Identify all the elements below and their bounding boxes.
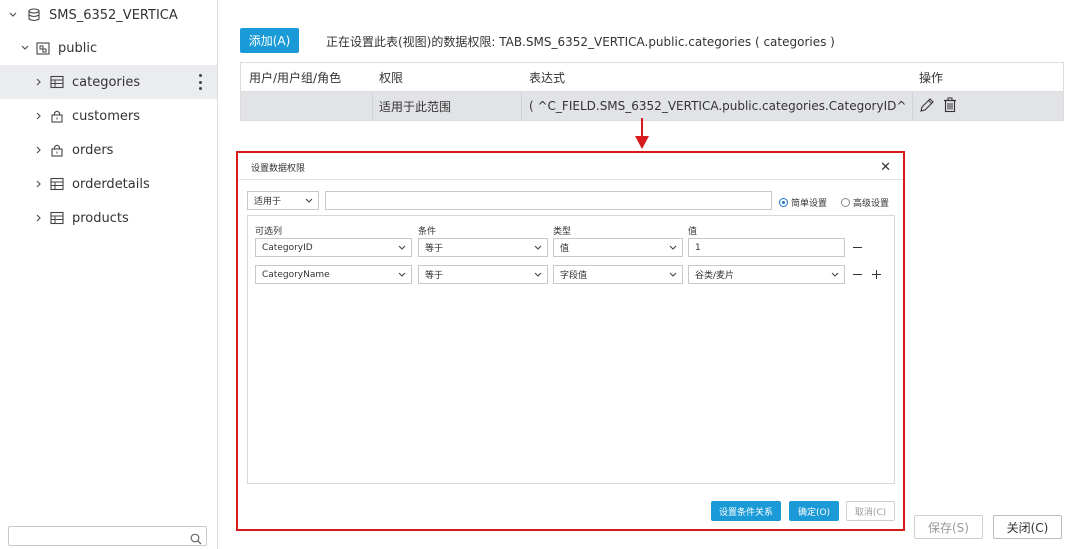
column-header-type: 类型: [553, 227, 572, 237]
table-row[interactable]: 适用于此范围 ( ^C_FIELD.SMS_6352_VERTICA.publi…: [241, 92, 1063, 120]
tree-schema-label: public: [58, 40, 98, 56]
condition-type-select[interactable]: 值: [553, 238, 683, 257]
scope-select-value: 适用于: [254, 197, 282, 207]
sidebar-item-products[interactable]: products: [0, 201, 217, 235]
radio-simple[interactable]: 简单设置: [779, 196, 827, 209]
save-button[interactable]: 保存(S): [914, 515, 983, 539]
select-value: 等于: [425, 244, 444, 254]
remove-condition-icon[interactable]: [853, 247, 862, 248]
annotation-arrow-icon: [635, 118, 649, 149]
edit-icon[interactable]: [919, 97, 935, 116]
sidebar-item-orderdetails[interactable]: orderdetails: [0, 167, 217, 201]
tree-search-box: [8, 526, 207, 549]
permission-table: 用户/用户组/角色 权限 表达式 操作 适用于此范围 ( ^C_FIELD.SM…: [240, 62, 1064, 121]
condition-relation-button[interactable]: 设置条件关系: [711, 501, 781, 521]
trash-icon[interactable]: [943, 97, 957, 116]
table-icon: [50, 211, 64, 225]
condition-operator-select[interactable]: 等于: [418, 238, 548, 257]
radio-advanced[interactable]: 高级设置: [841, 196, 889, 209]
chevron-right-icon[interactable]: [34, 213, 44, 223]
chevron-down-icon: [397, 243, 407, 256]
expression-input[interactable]: [325, 191, 772, 210]
chevron-down-icon: [533, 270, 543, 283]
sidebar-tree: SMS_6352_VERTICA public categories custo…: [0, 0, 218, 549]
chevron-down-icon: [397, 270, 407, 283]
ok-button[interactable]: 确定(O): [789, 501, 839, 521]
search-input[interactable]: [13, 529, 183, 547]
condition-operator-select[interactable]: 等于: [418, 265, 548, 284]
select-value: 字段值: [560, 271, 588, 281]
chevron-down-icon[interactable]: [8, 10, 18, 20]
radio-unchecked-icon: [841, 198, 850, 207]
sidebar-item-label: orderdetails: [72, 176, 150, 192]
chevron-down-icon: [830, 270, 840, 283]
more-options-icon[interactable]: [197, 74, 203, 90]
header-actions: 操作: [919, 70, 944, 85]
search-icon[interactable]: [190, 530, 202, 549]
data-permission-dialog: 设置数据权限 ✕ 适用于 简单设置 高级设置 可选列 条件 类型 值 Categ…: [236, 151, 905, 531]
sidebar-item-label: categories: [72, 74, 141, 90]
cell-user: [249, 92, 369, 120]
radio-checked-icon: [779, 198, 788, 207]
remove-condition-icon[interactable]: [853, 274, 862, 275]
chevron-right-icon[interactable]: [34, 77, 44, 87]
cancel-button[interactable]: 取消(C): [846, 501, 895, 521]
add-button[interactable]: 添加(A): [240, 28, 299, 53]
chevron-right-icon[interactable]: [34, 111, 44, 121]
cell-permission: 适用于此范围: [379, 99, 452, 114]
header-user: 用户/用户组/角色: [249, 70, 342, 85]
sidebar-item-label: products: [72, 210, 129, 226]
select-value: 谷类/麦片: [695, 271, 735, 281]
lock-icon: [50, 143, 64, 157]
column-header-condition: 条件: [418, 227, 437, 237]
chevron-right-icon[interactable]: [34, 179, 44, 189]
table-icon: [50, 177, 64, 191]
column-header-field: 可选列: [255, 227, 283, 237]
close-icon[interactable]: ✕: [880, 160, 891, 175]
condition-value-select[interactable]: 谷类/麦片: [688, 265, 845, 284]
radio-advanced-label: 高级设置: [853, 199, 890, 209]
add-condition-icon[interactable]: [872, 270, 881, 279]
permission-info-text: 正在设置此表(视图)的数据权限: TAB.SMS_6352_VERTICA.pu…: [326, 35, 835, 49]
chevron-down-icon: [533, 243, 543, 256]
condition-panel: 可选列 条件 类型 值 CategoryID 等于 值 1 CategoryNa…: [247, 215, 895, 484]
sidebar-item-label: orders: [72, 142, 114, 158]
table-icon: [50, 75, 64, 89]
table-header: 用户/用户组/角色 权限 表达式 操作: [241, 63, 1063, 92]
scope-select[interactable]: 适用于: [247, 191, 319, 210]
tree-node-root[interactable]: SMS_6352_VERTICA: [0, 0, 217, 32]
radio-simple-label: 简单设置: [791, 199, 828, 209]
sidebar-item-label: customers: [72, 108, 140, 124]
chevron-down-icon: [304, 196, 314, 209]
condition-column-select[interactable]: CategoryID: [255, 238, 412, 257]
dialog-title: 设置数据权限: [251, 164, 306, 174]
tree-node-schema[interactable]: public: [0, 31, 217, 65]
condition-column-select[interactable]: CategoryName: [255, 265, 412, 284]
database-icon: [27, 8, 41, 22]
close-button[interactable]: 关闭(C): [993, 515, 1062, 539]
cell-expression: ( ^C_FIELD.SMS_6352_VERTICA.public.categ…: [529, 99, 907, 113]
chevron-down-icon: [668, 243, 678, 256]
tree-root-label: SMS_6352_VERTICA: [49, 7, 178, 23]
chevron-right-icon[interactable]: [34, 145, 44, 155]
sidebar-item-orders[interactable]: orders: [0, 133, 217, 167]
condition-type-select[interactable]: 字段值: [553, 265, 683, 284]
column-header-value: 值: [688, 227, 698, 237]
chevron-down-icon[interactable]: [20, 43, 30, 53]
header-expression: 表达式: [529, 70, 566, 85]
sidebar-item-categories[interactable]: categories: [0, 65, 217, 99]
select-value: CategoryName: [262, 269, 330, 280]
condition-value-input[interactable]: 1: [688, 238, 845, 257]
chevron-down-icon: [668, 270, 678, 283]
lock-icon: [50, 109, 64, 123]
select-value: CategoryID: [262, 242, 313, 253]
select-value: 等于: [425, 271, 444, 281]
sidebar-item-customers[interactable]: customers: [0, 99, 217, 133]
schema-icon: [36, 41, 50, 55]
cell-actions: [919, 92, 979, 120]
select-value: 值: [560, 244, 570, 254]
header-permission: 权限: [379, 70, 404, 85]
